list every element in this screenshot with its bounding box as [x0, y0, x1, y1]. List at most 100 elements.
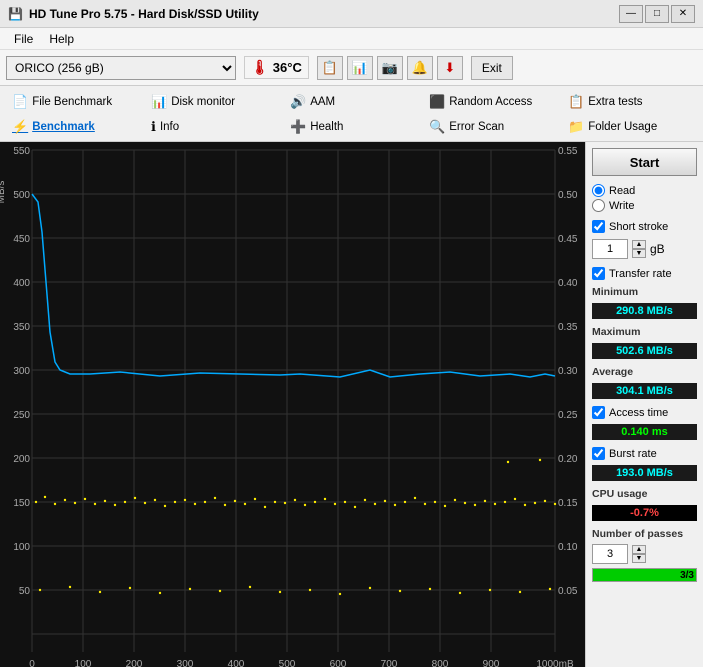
- transfer-rate-label: Transfer rate: [609, 268, 672, 280]
- tab-file-benchmark[interactable]: 📄 File Benchmark: [6, 90, 141, 114]
- toolbar: ORICO (256 gB) 🌡 36°C 📋 📊 📷 🔔 ⬇ Exit: [0, 50, 703, 86]
- write-radio-label[interactable]: Write: [592, 199, 697, 212]
- tab-random-access-label: Random Access: [449, 96, 532, 108]
- svg-text:200: 200: [126, 659, 143, 667]
- maximum-label: Maximum: [592, 326, 697, 338]
- tab-aam[interactable]: 🔊 AAM: [284, 90, 419, 114]
- short-stroke-checkbox[interactable]: [592, 220, 605, 233]
- exit-button[interactable]: Exit: [471, 56, 513, 80]
- toolbar-icon-3[interactable]: 📷: [377, 56, 403, 80]
- toolbar-icon-5[interactable]: ⬇: [437, 56, 463, 80]
- svg-text:550: 550: [13, 146, 30, 157]
- svg-text:500: 500: [13, 190, 30, 201]
- chart-area: 550 500 450 400 350 300 250 200 150 100 …: [0, 142, 585, 667]
- start-button[interactable]: Start: [592, 148, 697, 176]
- tab-benchmark[interactable]: ⚡ Benchmark: [6, 116, 141, 140]
- passes-input-group: ▲ ▼: [592, 544, 697, 564]
- tab-file-benchmark-label: File Benchmark: [32, 96, 112, 108]
- tab-benchmark-label: Benchmark: [32, 121, 95, 133]
- svg-text:150: 150: [13, 498, 30, 509]
- svg-text:0.50: 0.50: [558, 190, 578, 201]
- svg-text:0.40: 0.40: [558, 278, 578, 289]
- transfer-rate-checkbox-label[interactable]: Transfer rate: [592, 267, 697, 280]
- svg-text:0.25: 0.25: [558, 410, 578, 421]
- tab-health-label: Health: [310, 121, 343, 133]
- svg-text:50: 50: [19, 586, 31, 597]
- burst-rate-value: 193.0 MB/s: [592, 465, 697, 481]
- app-title: HD Tune Pro 5.75 - Hard Disk/SSD Utility: [29, 7, 259, 21]
- access-time-value: 0.140 ms: [592, 424, 697, 440]
- svg-text:0.35: 0.35: [558, 322, 578, 333]
- write-radio[interactable]: [592, 199, 605, 212]
- short-stroke-input-group: ▲ ▼ gB: [592, 239, 697, 259]
- svg-text:300: 300: [177, 659, 194, 667]
- burst-rate-label: Burst rate: [609, 448, 657, 460]
- tab-health[interactable]: ➕ Health: [284, 116, 419, 140]
- menu-file[interactable]: File: [6, 30, 41, 48]
- tab-disk-monitor[interactable]: 📊 Disk monitor: [145, 90, 280, 114]
- minimum-label: Minimum: [592, 286, 697, 298]
- read-radio[interactable]: [592, 184, 605, 197]
- disk-monitor-icon: 📊: [151, 94, 167, 110]
- svg-text:900: 900: [483, 659, 500, 667]
- error-scan-icon: 🔍: [429, 119, 445, 135]
- svg-text:700: 700: [381, 659, 398, 667]
- svg-text:0.45: 0.45: [558, 234, 578, 245]
- svg-text:1000mB: 1000mB: [536, 659, 574, 667]
- svg-text:0.05: 0.05: [558, 586, 578, 597]
- toolbar-icon-2[interactable]: 📊: [347, 56, 373, 80]
- menu-bar: File Help: [0, 28, 703, 50]
- progress-bar: 3/3: [592, 568, 697, 582]
- svg-text:0.20: 0.20: [558, 454, 578, 465]
- short-stroke-checkbox-label[interactable]: Short stroke: [592, 220, 697, 233]
- svg-text:800: 800: [432, 659, 449, 667]
- svg-text:100: 100: [13, 542, 30, 553]
- short-stroke-up[interactable]: ▲: [632, 240, 646, 249]
- minimum-value: 290.8 MB/s: [592, 303, 697, 319]
- tab-error-scan[interactable]: 🔍 Error Scan: [423, 116, 558, 140]
- aam-icon: 🔊: [290, 94, 306, 110]
- burst-rate-checkbox-label[interactable]: Burst rate: [592, 447, 697, 460]
- tab-extra-tests[interactable]: 📋 Extra tests: [562, 90, 697, 114]
- write-label: Write: [609, 200, 634, 212]
- access-time-label: Access time: [609, 407, 668, 419]
- read-write-group: Read Write: [592, 184, 697, 212]
- tab-random-access[interactable]: ⬛ Random Access: [423, 90, 558, 114]
- toolbar-icons: 📋 📊 📷 🔔 ⬇: [317, 56, 463, 80]
- app-icon: 💾: [8, 7, 23, 21]
- svg-text:400: 400: [13, 278, 30, 289]
- passes-container: ▲ ▼ 3/3: [592, 544, 697, 582]
- average-label: Average: [592, 366, 697, 378]
- cpu-usage-label: CPU usage: [592, 488, 697, 500]
- svg-text:200: 200: [13, 454, 30, 465]
- burst-rate-checkbox[interactable]: [592, 447, 605, 460]
- svg-text:350: 350: [13, 322, 30, 333]
- right-panel: Start Read Write Short stroke ▲ ▼ gB: [585, 142, 703, 667]
- access-time-checkbox[interactable]: [592, 406, 605, 419]
- menu-help[interactable]: Help: [41, 30, 82, 48]
- minimize-button[interactable]: —: [619, 5, 643, 23]
- svg-text:250: 250: [13, 410, 30, 421]
- read-radio-label[interactable]: Read: [592, 184, 697, 197]
- passes-value[interactable]: [592, 544, 628, 564]
- close-button[interactable]: ✕: [671, 5, 695, 23]
- short-stroke-value[interactable]: [592, 239, 628, 259]
- transfer-rate-checkbox[interactable]: [592, 267, 605, 280]
- toolbar-icon-4[interactable]: 🔔: [407, 56, 433, 80]
- tab-folder-usage[interactable]: 📁 Folder Usage: [562, 116, 697, 140]
- short-stroke-spinner: ▲ ▼: [632, 240, 646, 258]
- drive-select[interactable]: ORICO (256 gB): [6, 56, 236, 80]
- toolbar-icon-1[interactable]: 📋: [317, 56, 343, 80]
- passes-up[interactable]: ▲: [632, 545, 646, 554]
- progress-text: 3/3: [680, 569, 694, 583]
- title-bar-left: 💾 HD Tune Pro 5.75 - Hard Disk/SSD Utili…: [8, 7, 259, 21]
- tab-info[interactable]: ℹ Info: [145, 116, 280, 140]
- svg-text:300: 300: [13, 366, 30, 377]
- passes-down[interactable]: ▼: [632, 554, 646, 563]
- svg-text:500: 500: [279, 659, 296, 667]
- tab-extra-tests-label: Extra tests: [588, 96, 642, 108]
- access-time-checkbox-label[interactable]: Access time: [592, 406, 697, 419]
- benchmark-icon: ⚡: [12, 119, 28, 135]
- maximize-button[interactable]: □: [645, 5, 669, 23]
- short-stroke-down[interactable]: ▼: [632, 249, 646, 258]
